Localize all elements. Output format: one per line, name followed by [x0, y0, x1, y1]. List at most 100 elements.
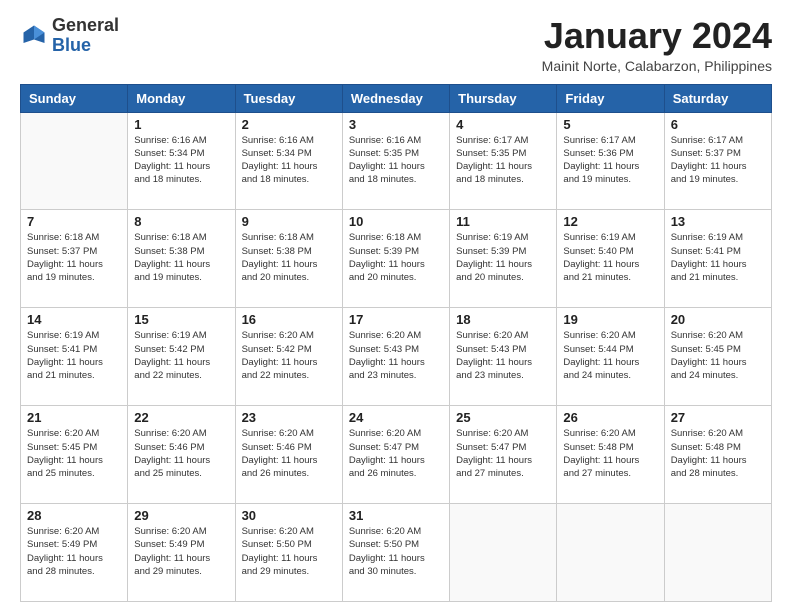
location-subtitle: Mainit Norte, Calabarzon, Philippines — [542, 58, 772, 74]
table-row: 7Sunrise: 6:18 AM Sunset: 5:37 PM Daylig… — [21, 210, 128, 308]
day-info: Sunrise: 6:20 AM Sunset: 5:44 PM Dayligh… — [563, 329, 657, 382]
table-row: 1 Sunrise: 6:16 AM Sunset: 5:34 PM Daylig… — [128, 112, 235, 210]
day-info: Sunrise: 6:18 AM Sunset: 5:38 PM Dayligh… — [134, 231, 228, 284]
day-info: Sunrise: 6:20 AM Sunset: 5:46 PM Dayligh… — [134, 427, 228, 480]
logo-general: General — [52, 15, 119, 35]
day-info: Sunrise: 6:20 AM Sunset: 5:45 PM Dayligh… — [671, 329, 765, 382]
day-info: Sunrise: 6:20 AM Sunset: 5:47 PM Dayligh… — [349, 427, 443, 480]
table-row: 24 Sunrise: 6:20 AM Sunset: 5:47 PM Dayli… — [342, 406, 449, 504]
table-row: 3Sunrise: 6:16 AM Sunset: 5:35 PM Daylig… — [342, 112, 449, 210]
day-number: 20 — [671, 312, 765, 327]
day-number: 7 — [27, 214, 121, 229]
logo-text: General Blue — [52, 16, 119, 56]
table-row: 4 Sunrise: 6:17 AM Sunset: 5:35 PM Daylig… — [450, 112, 557, 210]
day-number: 8 — [134, 214, 228, 229]
calendar-table: Sunday Monday Tuesday Wednesday Thursday… — [20, 84, 772, 602]
day-info: Sunrise: 6:20 AM Sunset: 5:46 PM Dayligh… — [242, 427, 336, 480]
day-number: 6 — [671, 117, 765, 132]
day-number: 5 — [563, 117, 657, 132]
table-row: 25 Sunrise: 6:20 AM Sunset: 5:47 PM Dayli… — [450, 406, 557, 504]
day-info: Sunrise: 6:16 AM Sunset: 5:34 PM Dayligh… — [242, 134, 336, 187]
table-row: 2 Sunrise: 6:16 AM Sunset: 5:34 PM Daylig… — [235, 112, 342, 210]
table-row: 26 Sunrise: 6:20 AM Sunset: 5:48 PM Dayli… — [557, 406, 664, 504]
day-info: Sunrise: 6:17 AM Sunset: 5:37 PM Dayligh… — [671, 134, 765, 187]
calendar-week-row: 14Sunrise: 6:19 AM Sunset: 5:41 PM Dayli… — [21, 308, 772, 406]
day-info: Sunrise: 6:19 AM Sunset: 5:39 PM Dayligh… — [456, 231, 550, 284]
day-number: 25 — [456, 410, 550, 425]
header: General Blue January 2024 Mainit Norte, … — [20, 16, 772, 74]
page: General Blue January 2024 Mainit Norte, … — [0, 0, 792, 612]
table-row: 18Sunrise: 6:20 AM Sunset: 5:43 PM Dayli… — [450, 308, 557, 406]
day-info: Sunrise: 6:19 AM Sunset: 5:42 PM Dayligh… — [134, 329, 228, 382]
day-info: Sunrise: 6:18 AM Sunset: 5:39 PM Dayligh… — [349, 231, 443, 284]
table-row: 27 Sunrise: 6:20 AM Sunset: 5:48 PM Dayli… — [664, 406, 771, 504]
day-number: 1 — [134, 117, 228, 132]
day-number: 10 — [349, 214, 443, 229]
day-number: 17 — [349, 312, 443, 327]
day-number: 23 — [242, 410, 336, 425]
title-section: January 2024 Mainit Norte, Calabarzon, P… — [542, 16, 772, 74]
table-row: 16 Sunrise: 6:20 AM Sunset: 5:42 PM Dayli… — [235, 308, 342, 406]
day-number: 2 — [242, 117, 336, 132]
day-number: 15 — [134, 312, 228, 327]
day-info: Sunrise: 6:16 AM Sunset: 5:35 PM Dayligh… — [349, 134, 443, 187]
day-info: Sunrise: 6:20 AM Sunset: 5:49 PM Dayligh… — [134, 525, 228, 578]
col-saturday: Saturday — [664, 84, 771, 112]
day-info: Sunrise: 6:17 AM Sunset: 5:36 PM Dayligh… — [563, 134, 657, 187]
day-number: 4 — [456, 117, 550, 132]
table-row: 12 Sunrise: 6:19 AM Sunset: 5:40 PM Dayli… — [557, 210, 664, 308]
col-tuesday: Tuesday — [235, 84, 342, 112]
table-row: 11Sunrise: 6:19 AM Sunset: 5:39 PM Dayli… — [450, 210, 557, 308]
calendar-week-row: 21Sunrise: 6:20 AM Sunset: 5:45 PM Dayli… — [21, 406, 772, 504]
day-info: Sunrise: 6:20 AM Sunset: 5:50 PM Dayligh… — [242, 525, 336, 578]
table-row: 13Sunrise: 6:19 AM Sunset: 5:41 PM Dayli… — [664, 210, 771, 308]
table-row: 19 Sunrise: 6:20 AM Sunset: 5:44 PM Dayli… — [557, 308, 664, 406]
day-info: Sunrise: 6:20 AM Sunset: 5:47 PM Dayligh… — [456, 427, 550, 480]
day-number: 13 — [671, 214, 765, 229]
calendar-week-row: 28 Sunrise: 6:20 AM Sunset: 5:49 PM Dayli… — [21, 504, 772, 602]
day-info: Sunrise: 6:20 AM Sunset: 5:45 PM Dayligh… — [27, 427, 121, 480]
day-info: Sunrise: 6:17 AM Sunset: 5:35 PM Dayligh… — [456, 134, 550, 187]
table-row — [21, 112, 128, 210]
table-row: 30Sunrise: 6:20 AM Sunset: 5:50 PM Dayli… — [235, 504, 342, 602]
day-number: 24 — [349, 410, 443, 425]
day-info: Sunrise: 6:18 AM Sunset: 5:38 PM Dayligh… — [242, 231, 336, 284]
table-row: 14Sunrise: 6:19 AM Sunset: 5:41 PM Dayli… — [21, 308, 128, 406]
table-row: 10 Sunrise: 6:18 AM Sunset: 5:39 PM Dayli… — [342, 210, 449, 308]
day-number: 19 — [563, 312, 657, 327]
day-number: 12 — [563, 214, 657, 229]
logo-blue: Blue — [52, 35, 91, 55]
day-number: 27 — [671, 410, 765, 425]
table-row — [557, 504, 664, 602]
logo: General Blue — [20, 16, 119, 56]
calendar-header-row: Sunday Monday Tuesday Wednesday Thursday… — [21, 84, 772, 112]
table-row: 5 Sunrise: 6:17 AM Sunset: 5:36 PM Daylig… — [557, 112, 664, 210]
table-row: 22 Sunrise: 6:20 AM Sunset: 5:46 PM Dayli… — [128, 406, 235, 504]
day-number: 16 — [242, 312, 336, 327]
day-info: Sunrise: 6:20 AM Sunset: 5:48 PM Dayligh… — [671, 427, 765, 480]
calendar-week-row: 7Sunrise: 6:18 AM Sunset: 5:37 PM Daylig… — [21, 210, 772, 308]
day-number: 9 — [242, 214, 336, 229]
day-number: 29 — [134, 508, 228, 523]
day-info: Sunrise: 6:20 AM Sunset: 5:48 PM Dayligh… — [563, 427, 657, 480]
day-number: 22 — [134, 410, 228, 425]
day-number: 18 — [456, 312, 550, 327]
table-row: 31Sunrise: 6:20 AM Sunset: 5:50 PM Dayli… — [342, 504, 449, 602]
day-info: Sunrise: 6:20 AM Sunset: 5:42 PM Dayligh… — [242, 329, 336, 382]
table-row — [664, 504, 771, 602]
day-info: Sunrise: 6:20 AM Sunset: 5:43 PM Dayligh… — [349, 329, 443, 382]
day-number: 28 — [27, 508, 121, 523]
calendar-week-row: 1 Sunrise: 6:16 AM Sunset: 5:34 PM Daylig… — [21, 112, 772, 210]
col-thursday: Thursday — [450, 84, 557, 112]
day-info: Sunrise: 6:19 AM Sunset: 5:40 PM Dayligh… — [563, 231, 657, 284]
table-row: 20 Sunrise: 6:20 AM Sunset: 5:45 PM Dayli… — [664, 308, 771, 406]
table-row: 21Sunrise: 6:20 AM Sunset: 5:45 PM Dayli… — [21, 406, 128, 504]
day-number: 31 — [349, 508, 443, 523]
table-row: 28Sunrise: 6:20 AM Sunset: 5:49 PM Dayli… — [21, 504, 128, 602]
day-number: 14 — [27, 312, 121, 327]
col-monday: Monday — [128, 84, 235, 112]
table-row: 8 Sunrise: 6:18 AM Sunset: 5:38 PM Daylig… — [128, 210, 235, 308]
day-info: Sunrise: 6:16 AM Sunset: 5:34 PM Dayligh… — [134, 134, 228, 187]
col-sunday: Sunday — [21, 84, 128, 112]
day-number: 26 — [563, 410, 657, 425]
